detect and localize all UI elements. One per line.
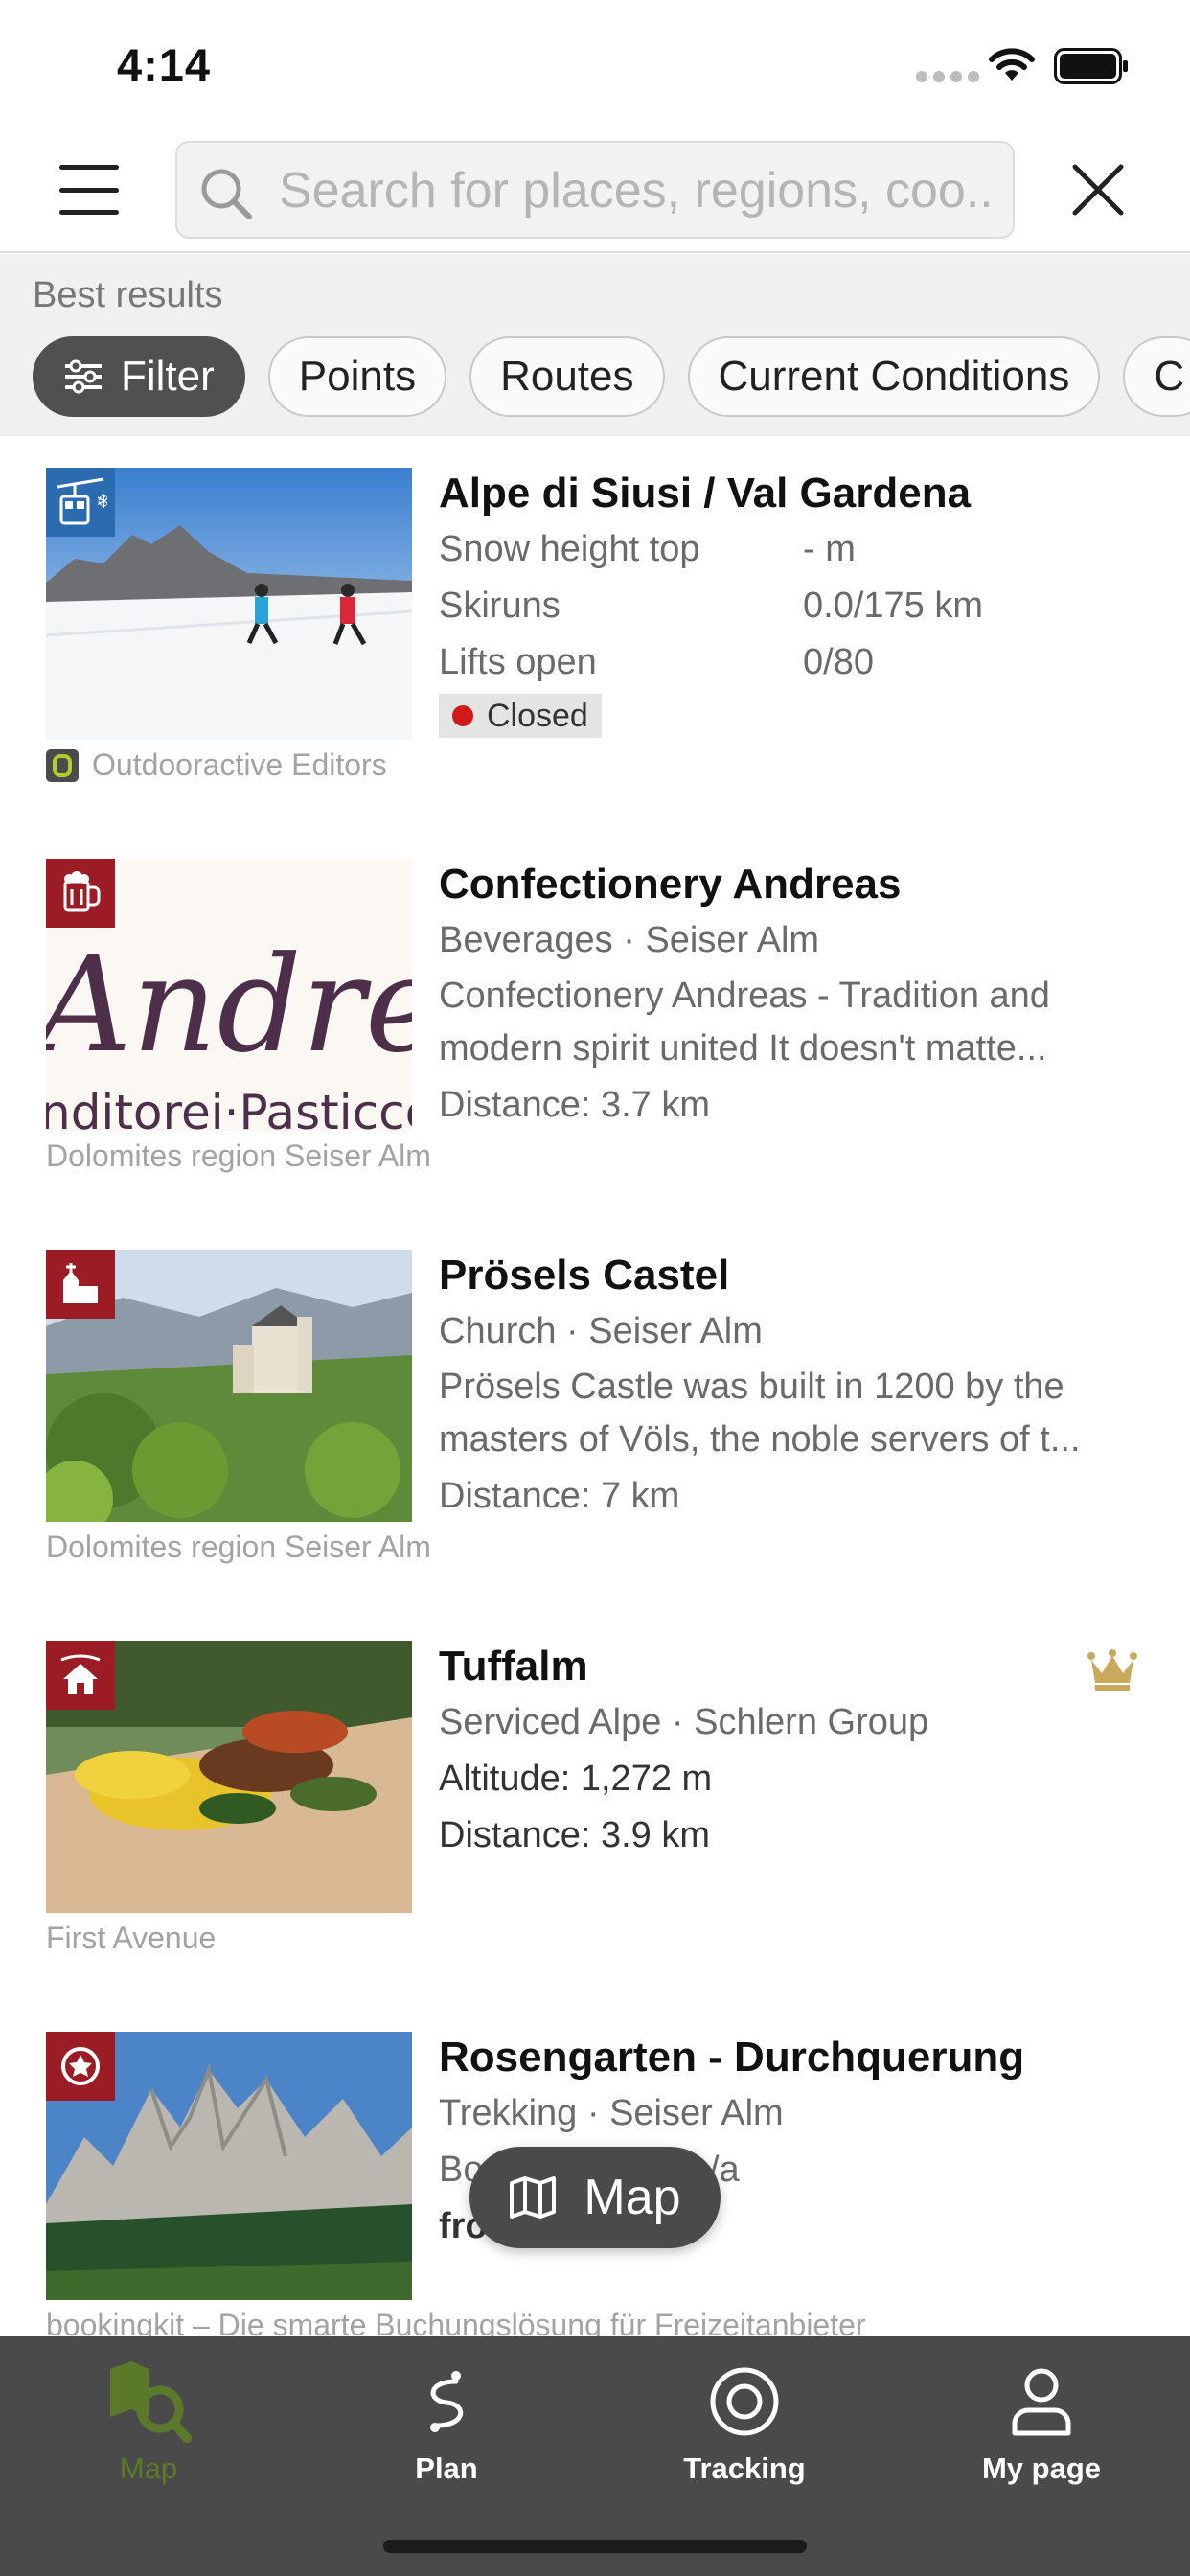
map-button-label: Map: [584, 2170, 681, 2225]
result-title: Rosengarten - Durchquerung: [439, 2034, 1025, 2081]
result-title: Prösels Castel: [439, 1252, 730, 1299]
status-badge: Closed: [439, 694, 602, 738]
cellular-signal-icon: [916, 71, 979, 82]
image-credit: First Avenue: [46, 1920, 217, 1955]
stat-label: Skiruns: [439, 586, 561, 626]
outdooractive-logo-icon: [46, 748, 79, 782]
search-icon: [201, 169, 252, 219]
image-credit: Outdooractive Editors: [46, 748, 387, 783]
result-altitude: Altitude: 1,272 m: [439, 1759, 713, 1799]
stat-value: - m: [803, 529, 856, 569]
result-subtitle: Trekking · Seiser Alm: [439, 2093, 784, 2133]
stat-label: Lifts open: [439, 642, 597, 682]
result-description: Confectionery Andreas - Tradition and mo…: [439, 970, 1129, 1077]
close-icon[interactable]: [1069, 161, 1127, 218]
tab-plan[interactable]: Plan: [298, 2356, 595, 2518]
current-conditions-chip-label: Current Conditions: [718, 353, 1070, 400]
filter-area: Best results Filter Points Routes Curren…: [0, 254, 1190, 436]
image-credit: Dolomites region Seiser Alm: [46, 1530, 431, 1564]
crown-icon: [1087, 1649, 1137, 1690]
home-indicator[interactable]: [383, 2540, 807, 2553]
result-title: Alpe di Siusi / Val Gardena: [439, 470, 972, 517]
filter-chip-label: Filter: [121, 353, 215, 400]
status-time: 4:14: [117, 39, 212, 90]
user-icon: [1009, 2356, 1074, 2448]
map-button[interactable]: Map: [469, 2147, 721, 2248]
result-distance: Distance: 7 km: [439, 1476, 680, 1516]
trekking-icon: [46, 2032, 115, 2101]
tab-tracking[interactable]: Tracking: [596, 2356, 893, 2518]
search-header: [0, 126, 1190, 253]
result-distance: Distance: 3.7 km: [439, 1085, 710, 1125]
result-description-line: Confectionery Andreas - Tradition and: [439, 976, 1050, 1016]
result-description: Prösels Castle was built in 1200 by the …: [439, 1361, 1129, 1468]
image-credit: Dolomites region Seiser Alm: [46, 1138, 431, 1173]
result-subtitle: Serviced Alpe · Schlern Group: [439, 1702, 929, 1742]
tab-label: My page: [981, 2451, 1102, 2485]
best-results-label: Best results: [33, 275, 223, 315]
result-title: Tuffalm: [439, 1643, 588, 1690]
tracking-icon: [708, 2356, 781, 2448]
points-chip-label: Points: [298, 353, 417, 400]
result-subtitle: Church · Seiser Alm: [439, 1311, 763, 1351]
result-item[interactable]: ❄ Alpe di Siusi / Val Gardena Snow heigh…: [0, 437, 1190, 828]
thumb-logo-subtext: nditorei·Pasticcer: [46, 1085, 412, 1131]
routes-chip-label: Routes: [500, 353, 634, 400]
thumb-logo-text: Andrea: [46, 928, 412, 1082]
stat-label: Snow height top: [439, 529, 700, 569]
current-conditions-chip[interactable]: Current Conditions: [687, 336, 1101, 417]
stat-value: 0.0/175 km: [803, 586, 983, 626]
hut-icon: [46, 1641, 115, 1710]
status-label: Closed: [487, 697, 588, 734]
status-bar: 4:14: [0, 0, 1190, 126]
hamburger-menu-icon[interactable]: [59, 165, 119, 215]
route-icon: [418, 2356, 475, 2448]
result-item[interactable]: Andrea nditorei·Pasticcer Confectionery …: [0, 828, 1190, 1219]
tab-map[interactable]: Map: [0, 2356, 297, 2518]
battery-icon: [1054, 48, 1128, 84]
filter-chips: Filter Points Routes Current Conditions …: [33, 336, 1190, 417]
result-distance: Distance: 3.9 km: [439, 1815, 710, 1855]
search-input[interactable]: [279, 156, 997, 225]
filter-chip[interactable]: Filter: [33, 336, 245, 417]
cable-car-snowflake-icon: ❄: [46, 468, 115, 537]
stat-value: 0/80: [803, 642, 874, 682]
image-credit: bookingkit – Die smarte Buchungslösung f…: [46, 2308, 866, 2336]
svg-text:❄: ❄: [96, 490, 107, 513]
map-pin-icon: [104, 2356, 193, 2448]
tab-label: Plan: [415, 2451, 478, 2485]
tab-my-page[interactable]: My page: [893, 2356, 1190, 2518]
partial-credit-row: bookingkit – Die smarte Buchungslösung f…: [0, 2300, 1190, 2336]
result-item[interactable]: Tuffalm Serviced Alpe · Schlern Group Al…: [0, 1610, 1190, 2001]
more-chip[interactable]: C: [1123, 336, 1190, 417]
wifi-icon: [989, 48, 1035, 80]
map-icon: [510, 2176, 557, 2219]
search-box[interactable]: [175, 141, 1015, 239]
tab-label: Tracking: [683, 2451, 806, 2485]
beer-mug-icon: [46, 859, 115, 928]
result-subtitle: Beverages · Seiser Alm: [439, 920, 820, 960]
routes-chip[interactable]: Routes: [469, 336, 665, 417]
result-description-line: Prösels Castle was built in 1200 by the: [439, 1367, 1064, 1407]
image-credit-text: Outdooractive Editors: [92, 748, 387, 782]
tab-label: Map: [119, 2451, 178, 2485]
points-chip[interactable]: Points: [267, 336, 447, 417]
result-description-line: modern spirit united It doesn't matte...: [439, 1028, 1047, 1069]
result-description-line: masters of Völs, the noble servers of t.…: [439, 1419, 1081, 1460]
result-item[interactable]: Prösels Castel Church · Seiser Alm Pröse…: [0, 1219, 1190, 1610]
status-dot-icon: [452, 705, 473, 726]
result-title: Confectionery Andreas: [439, 861, 902, 908]
more-chip-label: C: [1154, 353, 1185, 400]
church-icon: [46, 1250, 115, 1319]
sliders-icon: [65, 359, 102, 394]
